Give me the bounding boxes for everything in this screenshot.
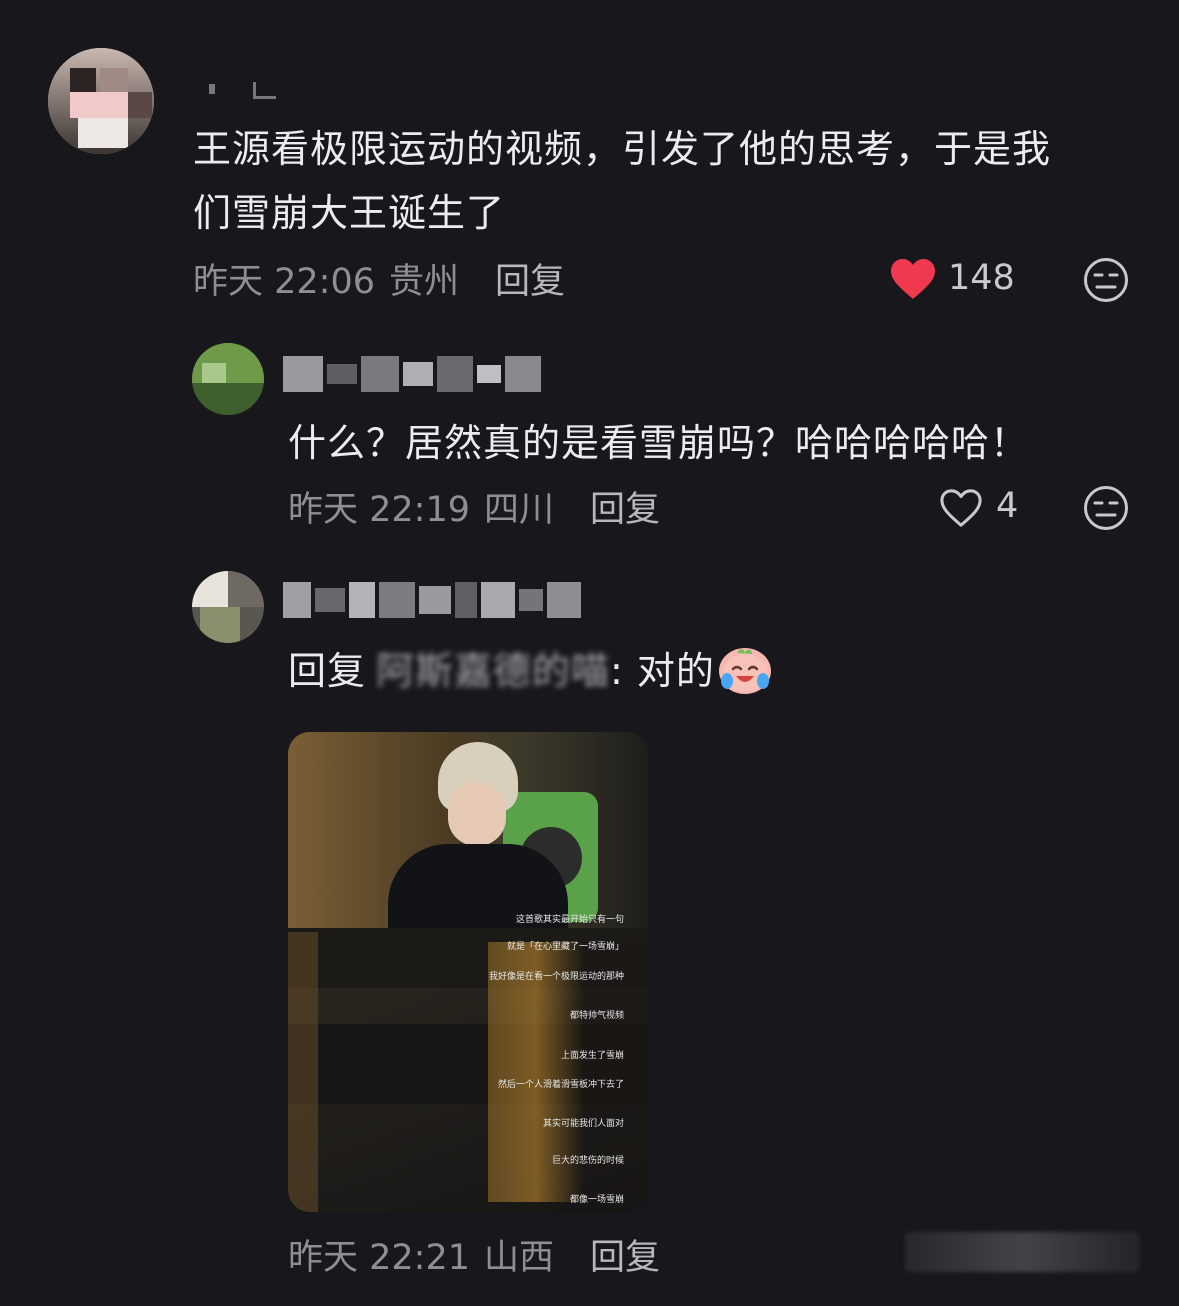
comment-1-like-button[interactable] (888, 254, 938, 304)
username-blurred-3[interactable] (283, 582, 581, 618)
comment-3-location: 山西 (484, 1237, 555, 1278)
comment-2-text: 什么？居然真的是看雪崩吗？哈哈哈哈哈！ (288, 421, 1030, 465)
comment-2-time: 昨天 22:19 (288, 489, 470, 530)
comment-1-time: 昨天 22:06 (193, 261, 375, 302)
image-subtitle-5: 上面发生了雪崩 (560, 1051, 624, 1061)
heart-outline-icon (940, 489, 982, 527)
watermark-blurred (905, 1232, 1140, 1272)
image-subtitle-8: 巨大的悲伤的时候 (551, 1156, 624, 1166)
comment-3-attached-image[interactable]: 这首歌其实最开始只有一句 就是「在心里藏了一场雪崩」 我好像是在看一个极限运动的… (288, 732, 648, 1212)
comment-3-meta: 昨天 22:21 山西 回复 (288, 1230, 660, 1278)
laughing-tears-emoji (718, 648, 771, 694)
comment-1-text-line2: 们雪崩大王诞生了 (193, 191, 506, 235)
username-blurred-2[interactable] (283, 356, 541, 392)
comment-1-text-line1: 王源看极限运动的视频，引发了他的思考，于是我 (193, 127, 1052, 171)
comment-2-like-button[interactable] (936, 484, 986, 532)
comment-3-reply-button[interactable]: 回复 (590, 1229, 660, 1280)
avatar-comment-2[interactable] (192, 343, 264, 415)
image-subtitle-3: 我好像是在看一个极限运动的那种 (488, 972, 624, 982)
comment-1-meta: 昨天 22:06 贵州 回复 (193, 254, 565, 302)
comment-3-time: 昨天 22:21 (288, 1237, 470, 1278)
image-subtitle-9: 都像一场雪崩 (569, 1195, 624, 1205)
image-subtitle-6: 然后一个人滑着滑雪板冲下去了 (497, 1080, 624, 1090)
comment-3-reply-to-user[interactable]: 阿斯嘉德的喵 (376, 640, 610, 702)
avatar-comment-1[interactable] (48, 48, 154, 154)
comment-2-reply-button[interactable]: 回复 (590, 481, 660, 532)
image-subtitle-7: 其实可能我们人面对 (542, 1119, 624, 1129)
comment-1-like-count: 148 (948, 258, 1015, 298)
image-person-face (448, 782, 506, 846)
image-subtitle-4: 都特帅气视频 (569, 1011, 624, 1021)
comment-2-like-count: 4 (996, 486, 1019, 526)
comment-2-emoji-button[interactable] (1082, 484, 1130, 532)
heart-filled-icon (891, 259, 935, 299)
comment-3-reply-prefix: 回复 (288, 649, 367, 693)
image-subtitle-2: 就是「在心里藏了一场雪崩」 (506, 942, 624, 952)
comment-3-text-row: 回复 阿斯嘉德的喵 : 对的 (288, 640, 771, 702)
emoji-face-icon (1084, 258, 1128, 302)
image-subtitle-1: 这首歌其实最开始只有一句 (515, 915, 624, 925)
comment-1-emoji-button[interactable] (1082, 256, 1130, 304)
emoji-face-icon (1084, 486, 1128, 530)
comment-1-reply-button[interactable]: 回复 (495, 253, 565, 304)
comment-1-location: 贵州 (389, 261, 460, 302)
comment-2-location: 四川 (484, 489, 555, 530)
avatar-comment-3[interactable] (192, 571, 264, 643)
username-blurred-1[interactable] (205, 78, 276, 99)
comment-2-meta: 昨天 22:19 四川 回复 (288, 482, 660, 530)
comment-3-text: : 对的 (610, 649, 715, 693)
